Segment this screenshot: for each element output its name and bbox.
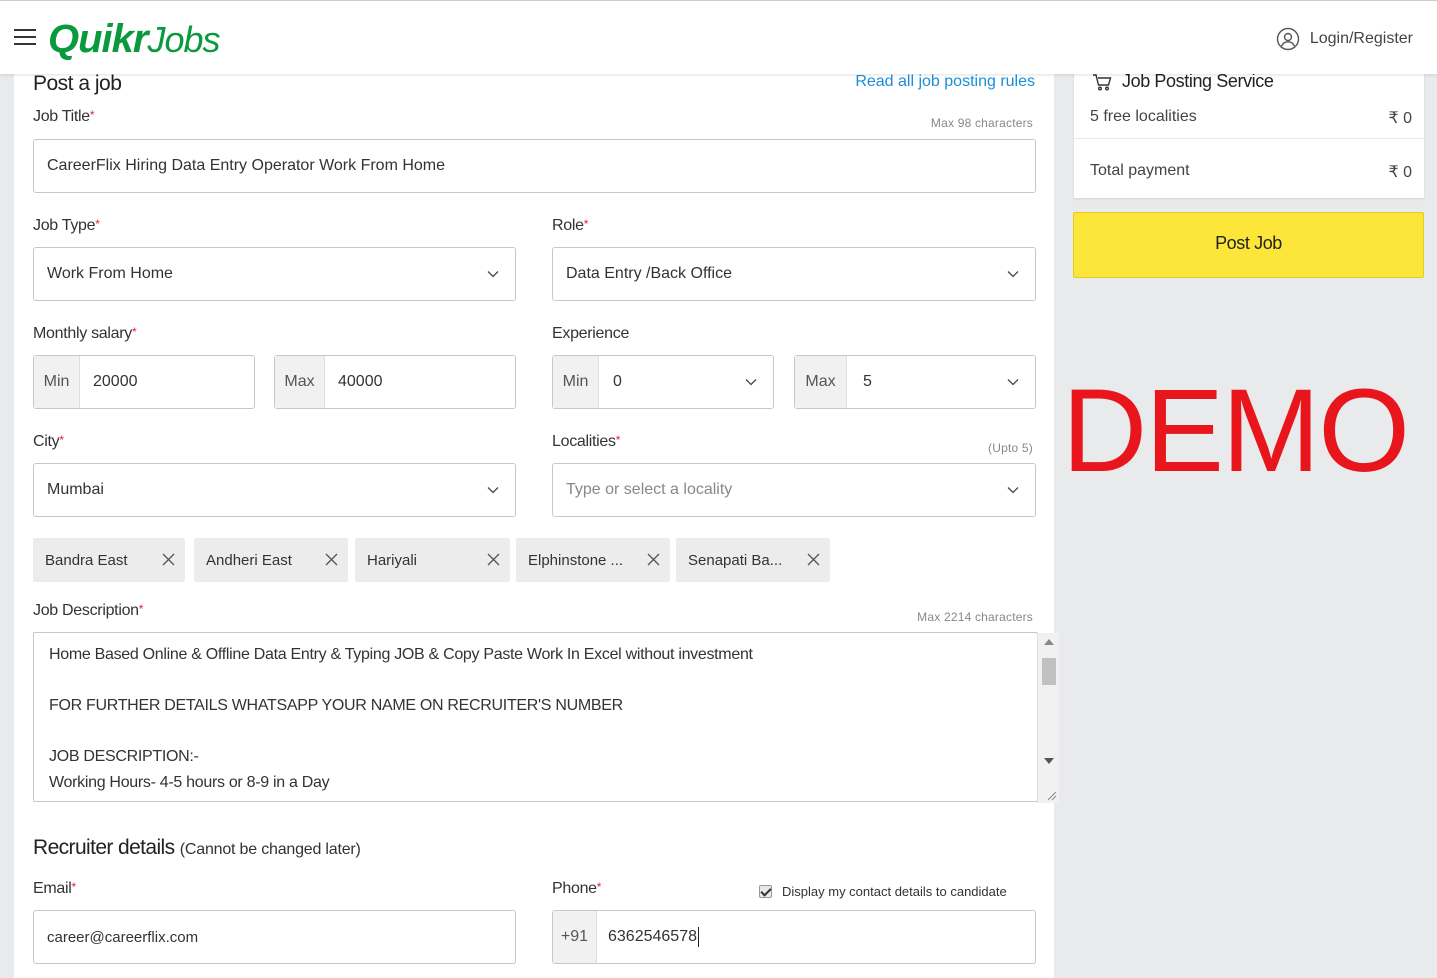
max-prefix: Max	[275, 356, 325, 408]
locality-chip: Andheri East	[194, 538, 348, 582]
job-title-hint: Max 98 characters	[930, 116, 1033, 130]
checkbox-checked[interactable]	[759, 885, 772, 898]
close-icon[interactable]	[487, 553, 500, 566]
close-icon[interactable]	[807, 553, 820, 566]
job-description-hint: Max 2214 characters	[917, 610, 1033, 624]
chevron-down-icon	[1007, 271, 1019, 278]
chevron-down-icon	[745, 379, 757, 386]
phone-input[interactable]: +91 6362546578	[552, 910, 1036, 964]
display-contact-checkbox[interactable]: Display my contact details to candidate	[759, 884, 1007, 899]
post-job-form: Post a job Read all job posting rules Jo…	[14, 70, 1059, 978]
monthly-salary-label: Monthly salary*	[33, 325, 137, 342]
job-description-label: Job Description*	[33, 602, 144, 619]
chevron-down-icon	[1007, 379, 1019, 386]
recruiter-details-heading: Recruiter details (Cannot be changed lat…	[33, 836, 361, 859]
demo-watermark: DEMO	[1062, 365, 1410, 497]
free-localities-row: 5 free localities ₹ 0	[1090, 108, 1412, 127]
chevron-down-icon	[1007, 487, 1019, 494]
locality-input[interactable]: Type or select a locality	[552, 463, 1036, 517]
close-icon[interactable]	[647, 553, 660, 566]
experience-max-select[interactable]: Max 5	[794, 355, 1036, 409]
country-code-prefix: +91	[553, 911, 597, 963]
post-job-button[interactable]: Post Job	[1073, 212, 1424, 278]
job-title-label: Job Title*	[33, 108, 95, 125]
menu-icon[interactable]	[14, 29, 36, 45]
city-label: City*	[33, 433, 64, 450]
locality-chip: Hariyali	[355, 538, 510, 582]
salary-min-input[interactable]: Min 20000	[33, 355, 255, 409]
localities-label: Localities*	[552, 433, 621, 450]
locality-chip: Senapati Ba...	[676, 538, 830, 582]
city-select[interactable]: Mumbai	[33, 463, 516, 517]
max-prefix: Max	[795, 356, 847, 408]
locality-chip: Elphinstone ...	[516, 538, 670, 582]
min-prefix: Min	[34, 356, 80, 408]
job-posting-rules-link[interactable]: Read all job posting rules	[855, 73, 1035, 91]
job-description-textarea[interactable]: Home Based Online & Offline Data Entry &…	[33, 632, 1059, 803]
job-posting-service-card: Job Posting Service 5 free localities ₹ …	[1074, 60, 1424, 198]
job-title-input[interactable]: CareerFlix Hiring Data Entry Operator Wo…	[33, 139, 1036, 193]
scroll-thumb[interactable]	[1042, 658, 1056, 685]
close-icon[interactable]	[162, 553, 175, 566]
top-header: QuikrJobs Login/Register	[0, 0, 1437, 74]
page-title: Post a job	[33, 72, 122, 95]
login-register-link[interactable]: Login/Register	[1276, 27, 1413, 51]
salary-max-input[interactable]: Max 40000	[274, 355, 516, 409]
job-type-label: Job Type*	[33, 217, 100, 234]
quikrjobs-logo[interactable]: QuikrJobs	[48, 15, 221, 64]
role-label: Role*	[552, 217, 589, 234]
experience-label: Experience	[552, 325, 630, 342]
user-icon	[1276, 27, 1300, 51]
cart-icon	[1093, 73, 1112, 90]
resize-grip-icon[interactable]	[1045, 789, 1057, 801]
total-payment-row: Total payment ₹ 0	[1090, 162, 1412, 181]
phone-label: Phone*	[552, 880, 602, 897]
job-type-select[interactable]: Work From Home	[33, 247, 516, 301]
chevron-down-icon	[487, 271, 499, 278]
close-icon[interactable]	[325, 553, 338, 566]
scroll-up-icon[interactable]	[1044, 639, 1054, 645]
min-prefix: Min	[553, 356, 599, 408]
service-title: Job Posting Service	[1122, 71, 1274, 91]
email-input[interactable]: career@careerflix.com	[33, 910, 516, 964]
experience-min-select[interactable]: Min 0	[552, 355, 774, 409]
role-select[interactable]: Data Entry /Back Office	[552, 247, 1036, 301]
scroll-down-icon[interactable]	[1044, 758, 1054, 764]
chevron-down-icon	[487, 487, 499, 494]
localities-hint: (Upto 5)	[988, 441, 1033, 455]
email-label: Email*	[33, 880, 76, 897]
login-label: Login/Register	[1309, 30, 1413, 47]
textarea-scrollbar[interactable]	[1037, 633, 1059, 803]
locality-chip: Bandra East	[33, 538, 185, 582]
